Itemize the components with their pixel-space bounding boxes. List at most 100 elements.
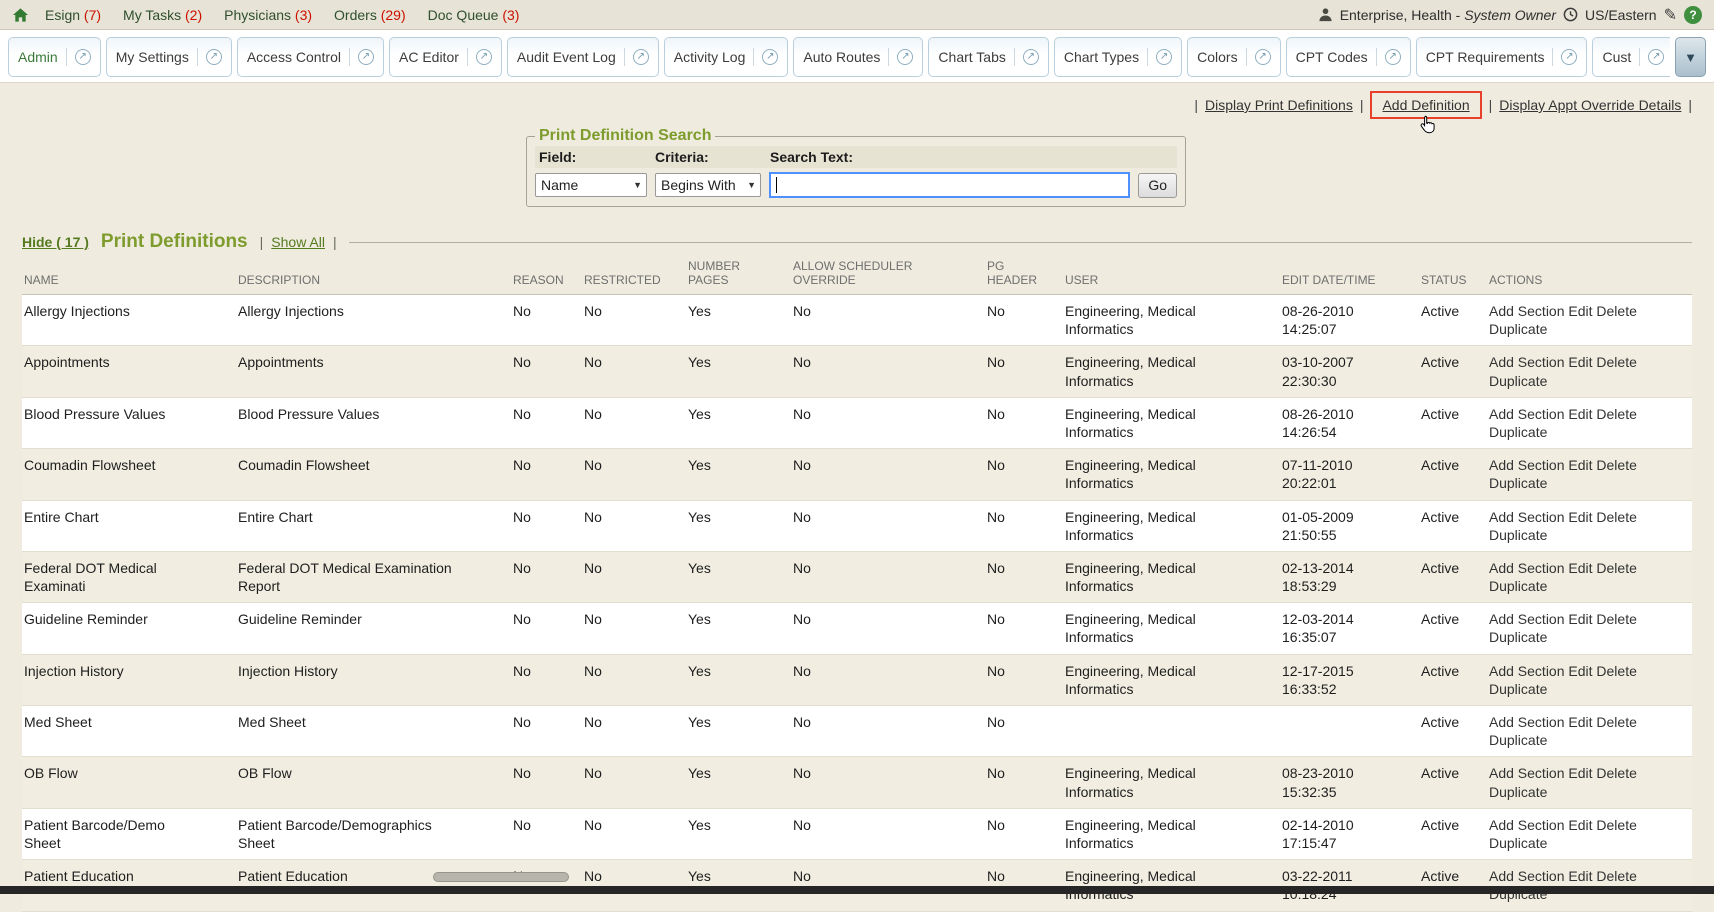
display-print-definitions-link[interactable]: Display Print Definitions [1205,97,1353,113]
criteria-select[interactable]: Begins With ▼ [655,173,761,197]
delete-link[interactable]: Delete [1596,868,1636,884]
open-in-new-tab-icon[interactable]: ↗ [1023,49,1039,65]
top-nav-esign[interactable]: Esign (7) [45,7,101,23]
edit-link[interactable]: Edit [1568,509,1592,525]
open-in-new-tab-icon[interactable]: ↗ [1561,49,1577,65]
sort-link-description[interactable]: DESCRIPTION [238,273,320,287]
delete-link[interactable]: Delete [1596,714,1636,730]
delete-link[interactable]: Delete [1596,611,1636,627]
show-all-link[interactable]: Show All [271,234,325,250]
sort-link-status[interactable]: STATUS [1421,273,1467,287]
tab-activity-log[interactable]: Activity Log↗ [664,37,789,77]
edit-link[interactable]: Edit [1568,560,1592,576]
open-in-new-tab-icon[interactable]: ↗ [1156,49,1172,65]
sort-link-allow-scheduler-override[interactable]: ALLOW SCHEDULER OVERRIDE [793,273,921,287]
add-section-link[interactable]: Add Section [1489,509,1565,525]
edit-link[interactable]: Edit [1568,303,1592,319]
duplicate-link[interactable]: Duplicate [1489,784,1547,800]
sort-link-number-pages[interactable]: NUMBER PAGES [688,273,750,287]
tab-chart-tabs[interactable]: Chart Tabs↗ [928,37,1048,77]
delete-link[interactable]: Delete [1596,406,1636,422]
home-button[interactable] [12,7,29,23]
sort-link-user[interactable]: USER [1065,273,1098,287]
open-in-new-tab-icon[interactable]: ↗ [1255,49,1271,65]
delete-link[interactable]: Delete [1596,303,1636,319]
delete-link[interactable]: Delete [1596,560,1636,576]
open-in-new-tab-icon[interactable]: ↗ [206,49,222,65]
open-in-new-tab-icon[interactable]: ↗ [1385,49,1401,65]
timezone-label[interactable]: US/Eastern [1585,7,1657,23]
tab-chart-types[interactable]: Chart Types↗ [1054,37,1182,77]
duplicate-link[interactable]: Duplicate [1489,321,1547,337]
sort-link-name[interactable]: NAME [24,273,59,287]
delete-link[interactable]: Delete [1596,509,1636,525]
tab-cust[interactable]: Cust↗ [1592,37,1670,77]
field-select[interactable]: Name ▼ [535,173,647,197]
duplicate-link[interactable]: Duplicate [1489,732,1547,748]
edit-link[interactable]: Edit [1568,457,1592,473]
top-nav-my-tasks[interactable]: My Tasks (2) [123,7,202,23]
go-button[interactable]: Go [1138,173,1177,198]
edit-link[interactable]: Edit [1568,611,1592,627]
delete-link[interactable]: Delete [1596,817,1636,833]
edit-link[interactable]: Edit [1568,817,1592,833]
sort-link-reason[interactable]: REASON [513,273,564,287]
tab-colors[interactable]: Colors↗ [1187,37,1280,77]
sort-link-edit-date-time[interactable]: EDIT DATE/TIME [1282,273,1376,287]
top-nav-doc-queue[interactable]: Doc Queue (3) [428,7,520,23]
add-section-link[interactable]: Add Section [1489,714,1565,730]
duplicate-link[interactable]: Duplicate [1489,373,1547,389]
add-section-link[interactable]: Add Section [1489,817,1565,833]
open-in-new-tab-icon[interactable]: ↗ [476,49,492,65]
tab-cpt-codes[interactable]: CPT Codes↗ [1286,37,1411,77]
display-appt-override-details-link[interactable]: Display Appt Override Details [1499,97,1681,113]
open-in-new-tab-icon[interactable]: ↗ [897,49,913,65]
edit-link[interactable]: Edit [1568,868,1592,884]
tab-cpt-requirements[interactable]: CPT Requirements↗ [1416,37,1588,77]
duplicate-link[interactable]: Duplicate [1489,424,1547,440]
delete-link[interactable]: Delete [1596,457,1636,473]
sort-link-restricted[interactable]: RESTRICTED [584,273,661,287]
horizontal-scrollbar-thumb[interactable] [433,872,569,882]
open-in-new-tab-icon[interactable]: ↗ [633,49,649,65]
add-definition-link[interactable]: Add Definition [1382,97,1469,113]
duplicate-link[interactable]: Duplicate [1489,475,1547,491]
duplicate-link[interactable]: Duplicate [1489,527,1547,543]
tab-audit-event-log[interactable]: Audit Event Log↗ [507,37,659,77]
open-in-new-tab-icon[interactable]: ↗ [358,49,374,65]
tab-auto-routes[interactable]: Auto Routes↗ [793,37,923,77]
add-section-link[interactable]: Add Section [1489,560,1565,576]
tab-ac-editor[interactable]: AC Editor↗ [389,37,502,77]
pencil-icon[interactable]: ✎ [1664,5,1677,25]
add-section-link[interactable]: Add Section [1489,663,1565,679]
delete-link[interactable]: Delete [1596,765,1636,781]
delete-link[interactable]: Delete [1596,663,1636,679]
open-in-new-tab-icon[interactable]: ↗ [762,49,778,65]
duplicate-link[interactable]: Duplicate [1489,835,1547,851]
duplicate-link[interactable]: Duplicate [1489,681,1547,697]
tab-overflow-button[interactable]: ▼ [1675,37,1706,77]
delete-link[interactable]: Delete [1596,354,1636,370]
open-in-new-tab-icon[interactable]: ↗ [75,49,91,65]
add-section-link[interactable]: Add Section [1489,406,1565,422]
duplicate-link[interactable]: Duplicate [1489,578,1547,594]
add-section-link[interactable]: Add Section [1489,457,1565,473]
add-section-link[interactable]: Add Section [1489,765,1565,781]
open-in-new-tab-icon[interactable]: ↗ [1648,49,1664,65]
sort-link-pg-header[interactable]: PG HEADER [987,273,1031,287]
edit-link[interactable]: Edit [1568,714,1592,730]
edit-link[interactable]: Edit [1568,765,1592,781]
add-section-link[interactable]: Add Section [1489,303,1565,319]
add-section-link[interactable]: Add Section [1489,868,1565,884]
hide-link[interactable]: Hide ( 17 ) [22,234,89,250]
top-nav-physicians[interactable]: Physicians (3) [224,7,312,23]
edit-link[interactable]: Edit [1568,354,1592,370]
top-nav-orders[interactable]: Orders (29) [334,7,406,23]
help-icon[interactable]: ? [1684,6,1702,24]
duplicate-link[interactable]: Duplicate [1489,629,1547,645]
tab-my-settings[interactable]: My Settings↗ [106,37,232,77]
search-text-input[interactable] [769,172,1130,198]
edit-link[interactable]: Edit [1568,406,1592,422]
tab-access-control[interactable]: Access Control↗ [237,37,384,77]
add-section-link[interactable]: Add Section [1489,611,1565,627]
